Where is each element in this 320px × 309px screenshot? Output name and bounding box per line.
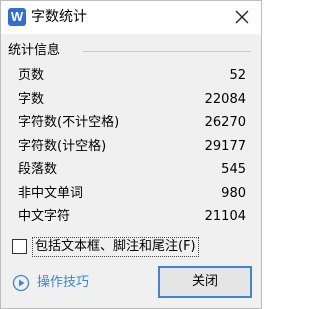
- stat-row-chinese-chars: 中文字符 21104: [18, 207, 246, 231]
- stat-value: 21104: [204, 209, 246, 224]
- tips-link[interactable]: 操作技巧: [12, 273, 112, 293]
- stat-label: 页数: [18, 68, 45, 83]
- window-title: 字数统计: [31, 9, 87, 25]
- stat-value: 22084: [204, 91, 246, 107]
- stat-value: 29177: [204, 138, 246, 154]
- stats-list: 页数 52 字数 22084 字符数(不计空格) 26270 字符数(计空格) …: [18, 66, 246, 231]
- stat-label: 段落数: [18, 162, 58, 177]
- close-icon[interactable]: [231, 6, 253, 28]
- include-footnotes-checkbox[interactable]: [12, 239, 27, 254]
- stat-row-paragraphs: 段落数 545: [18, 160, 246, 184]
- stat-value: 26270: [204, 115, 246, 130]
- include-footnotes-option[interactable]: 包括文本框、脚注和尾注(F): [12, 237, 227, 257]
- group-title: 统计信息: [8, 43, 65, 59]
- stat-label: 中文字符: [18, 209, 71, 224]
- stat-value: 545: [221, 162, 246, 177]
- wps-writer-icon: W: [8, 8, 26, 26]
- stat-label: 字符数(计空格): [18, 138, 107, 154]
- group-divider: [83, 51, 251, 52]
- stat-label: 字符数(不计空格): [18, 115, 120, 130]
- stat-row-chars-with-spaces: 字符数(计空格) 29177: [18, 137, 246, 161]
- stat-row-words: 字数 22084: [18, 90, 246, 114]
- include-footnotes-label[interactable]: 包括文本框、脚注和尾注(F): [32, 237, 199, 257]
- play-circle-icon: [12, 274, 30, 292]
- stat-row-chars-no-spaces: 字符数(不计空格) 26270: [18, 113, 246, 137]
- title-bar: W 字数统计: [1, 1, 261, 34]
- stat-row-non-chinese-words: 非中文单词 980: [18, 184, 246, 208]
- stat-label: 字数: [18, 91, 45, 107]
- stat-value: 52: [229, 68, 246, 83]
- word-count-dialog: W 字数统计 统计信息 页数 52 字数 22084 字符数(不计空格) 262…: [0, 0, 262, 309]
- close-button[interactable]: 关闭: [158, 266, 252, 298]
- stat-value: 980: [221, 185, 246, 201]
- stat-label: 非中文单词: [18, 185, 84, 201]
- stat-row-pages: 页数 52: [18, 66, 246, 90]
- tips-label[interactable]: 操作技巧: [37, 274, 89, 292]
